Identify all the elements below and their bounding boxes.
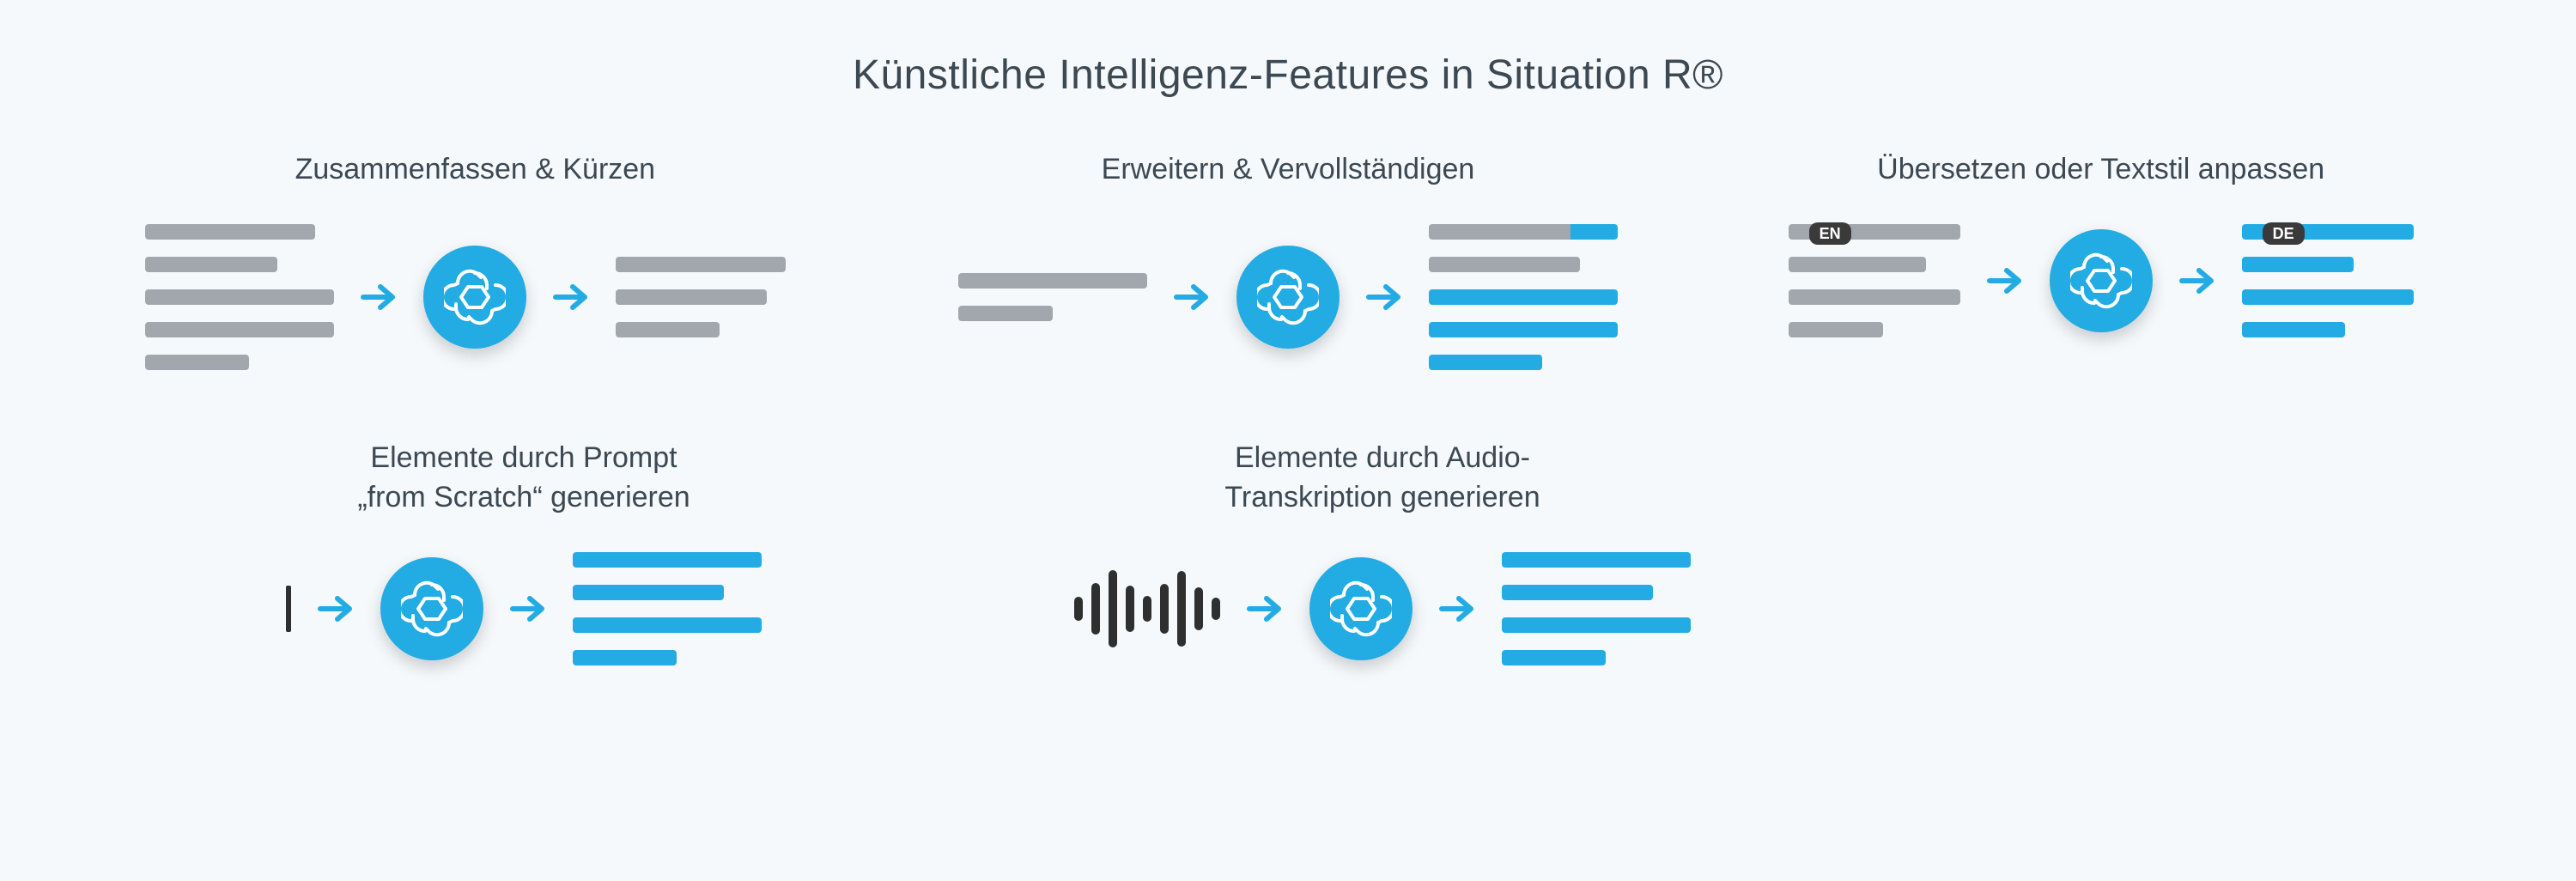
text-line [1429,257,1580,272]
text-line-generated [1502,650,1606,665]
feature-expand: Erweitern & Vervollständigen [916,150,1661,370]
text-line-split [1429,224,1618,240]
text-line-generated [573,650,677,665]
text-line-generated [573,585,724,600]
arrow-right-icon [1244,588,1285,629]
text-line-generated [1502,552,1691,568]
text-lines-output-expanded [1429,224,1618,370]
text-line-added [1429,289,1618,305]
feature-row-2: Elemente durch Prompt „from Scratch“ gen… [103,439,2473,665]
arrow-right-icon [550,276,592,318]
text-line [616,322,720,337]
audio-waveform-icon [1074,570,1220,647]
feature-prompt: Elemente durch Prompt „from Scratch“ gen… [189,439,859,665]
ai-knot-icon [2050,229,2153,332]
text-line-translated [2242,322,2345,337]
text-line-generated [1502,617,1691,633]
text-lines-input-short [958,273,1147,321]
text-line [145,224,315,240]
arrow-right-icon [2177,260,2218,301]
feature-summarize-label: Zusammenfassen & Kürzen [295,150,656,190]
text-lines-output-short [616,257,805,337]
feature-summarize-flow [145,224,805,370]
arrow-right-icon [1437,588,1478,629]
ai-knot-icon [1236,246,1340,349]
arrow-right-icon [358,276,399,318]
arrow-right-icon [1984,260,2026,301]
arrow-right-icon [315,588,356,629]
text-line-added [1571,224,1618,240]
text-line [145,289,334,305]
text-line [958,273,1147,289]
feature-translate-flow: EN [1789,224,2414,337]
arrow-right-icon [507,588,549,629]
feature-prompt-label: Elemente durch Prompt „from Scratch“ gen… [357,439,690,518]
text-line [145,355,249,370]
text-line [616,289,767,305]
text-line [145,257,277,272]
text-line [1789,289,1960,305]
feature-expand-flow [958,224,1618,370]
feature-audio: Elemente durch Audio- Transkription gene… [996,439,1769,665]
page-title: Künstliche Intelligenz-Features in Situa… [853,52,1723,99]
ai-knot-icon [423,246,526,349]
ai-knot-icon [1309,557,1413,660]
text-line-generated [573,552,762,568]
text-line-translated [2242,289,2414,305]
lang-badge-source: EN [1809,222,1851,245]
text-lines-input-lang: EN [1789,224,1960,337]
text-lines-output-generated [573,552,762,665]
feature-summarize: Zusammenfassen & Kürzen [103,150,848,370]
text-cursor-icon [286,586,291,632]
text-lines-input-long [145,224,334,370]
arrow-right-icon [1364,276,1405,318]
arrow-right-icon [1171,276,1212,318]
text-line [1789,257,1926,272]
text-line-original [1429,224,1571,240]
feature-translate: Übersetzen oder Textstil anpassen EN [1728,150,2473,370]
feature-prompt-flow [286,552,762,665]
feature-expand-label: Erweitern & Vervollständigen [1102,150,1475,190]
page: Künstliche Intelligenz-Features in Situa… [0,0,2576,881]
text-line-added [1429,322,1618,337]
text-line [145,322,334,337]
feature-translate-label: Übersetzen oder Textstil anpassen [1877,150,2324,190]
lang-badge-target: DE [2263,222,2305,245]
feature-row-1: Zusammenfassen & Kürzen [103,150,2473,370]
text-line-added [1429,355,1542,370]
text-line [1789,322,1883,337]
ai-knot-icon [380,557,483,660]
text-line [958,306,1053,321]
text-lines-output-transcript [1502,552,1691,665]
text-lines-output-lang: DE [2242,224,2414,337]
feature-audio-label: Elemente durch Audio- Transkription gene… [1224,439,1540,518]
text-line-generated [573,617,762,633]
text-line-generated [1502,585,1653,600]
text-line [616,257,786,272]
feature-audio-flow [1074,552,1691,665]
text-line-translated [2242,257,2354,272]
